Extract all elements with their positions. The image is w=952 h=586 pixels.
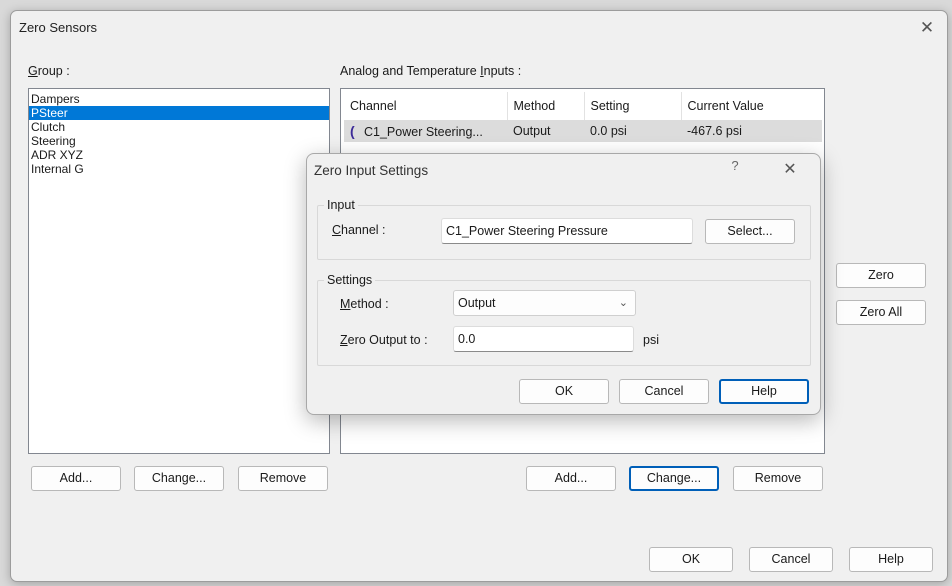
- ok-button[interactable]: OK: [649, 547, 733, 572]
- inputs-change-button[interactable]: Change...: [629, 466, 719, 491]
- close-icon[interactable]: ✕: [777, 159, 803, 181]
- cell-setting: 0.0 psi: [584, 120, 681, 142]
- list-item[interactable]: Steering: [29, 134, 329, 148]
- list-item[interactable]: PSteer: [29, 106, 329, 120]
- group-remove-button[interactable]: Remove: [238, 466, 328, 491]
- list-item[interactable]: ADR XYZ: [29, 148, 329, 162]
- inputs-remove-button[interactable]: Remove: [733, 466, 823, 491]
- input-groupbox: Input Channel : C1_Power Steering Pressu…: [317, 198, 811, 260]
- group-change-button[interactable]: Change...: [134, 466, 224, 491]
- window-title: Zero Sensors: [19, 20, 98, 35]
- unit-label: psi: [643, 333, 659, 347]
- table-header: Channel Method Setting Current Value: [344, 92, 822, 120]
- settings-group-title: Settings: [324, 273, 376, 287]
- settings-groupbox: Settings Method : Output ⌄ Zero Output t…: [317, 273, 811, 366]
- column-header-setting[interactable]: Setting: [584, 92, 682, 120]
- dialog-help-button[interactable]: Help: [719, 379, 809, 404]
- channel-icon: (: [350, 123, 355, 139]
- method-select[interactable]: Output ⌄: [453, 290, 636, 316]
- title-bar: Zero Sensors ✕: [11, 11, 947, 47]
- help-icon[interactable]: ?: [725, 158, 745, 180]
- column-header-current-value[interactable]: Current Value: [681, 92, 822, 120]
- inputs-label: Analog and Temperature Inputs :: [340, 64, 522, 78]
- zero-button[interactable]: Zero: [836, 263, 926, 288]
- channel-field[interactable]: C1_Power Steering Pressure: [441, 218, 693, 244]
- chevron-down-icon: ⌄: [618, 297, 628, 309]
- group-add-button[interactable]: Add...: [31, 466, 121, 491]
- cancel-button[interactable]: Cancel: [749, 547, 833, 572]
- channel-label: Channel :: [332, 223, 386, 237]
- select-button[interactable]: Select...: [705, 219, 795, 244]
- zero-output-label: Zero Output to :: [340, 333, 428, 347]
- zero-output-field[interactable]: 0.0: [453, 326, 634, 352]
- list-item[interactable]: Clutch: [29, 120, 329, 134]
- zero-all-button[interactable]: Zero All: [836, 300, 926, 325]
- dialog-title: Zero Input Settings: [314, 163, 429, 178]
- dialog-cancel-button[interactable]: Cancel: [619, 379, 709, 404]
- method-value: Output: [458, 296, 496, 310]
- close-icon[interactable]: ✕: [913, 15, 941, 41]
- dialog-ok-button[interactable]: OK: [519, 379, 609, 404]
- inputs-add-button[interactable]: Add...: [526, 466, 616, 491]
- cell-channel: (C1_Power Steering...: [344, 120, 507, 142]
- help-button[interactable]: Help: [849, 547, 933, 572]
- cell-current-value: -467.6 psi: [681, 120, 822, 142]
- list-item[interactable]: Internal G: [29, 162, 329, 176]
- group-label: Group :: [28, 64, 70, 78]
- inputs-grid: Channel Method Setting Current Value (C1…: [344, 92, 822, 142]
- list-item[interactable]: Dampers: [29, 92, 329, 106]
- input-group-title: Input: [324, 198, 358, 212]
- table-row[interactable]: (C1_Power Steering... Output 0.0 psi -46…: [344, 120, 822, 142]
- cell-method: Output: [507, 120, 584, 142]
- group-list[interactable]: Dampers PSteer Clutch Steering ADR XYZ I…: [28, 88, 330, 454]
- zero-input-settings-dialog: Zero Input Settings ? ✕ Input Channel : …: [306, 153, 821, 415]
- column-header-channel[interactable]: Channel: [344, 92, 508, 120]
- column-header-method[interactable]: Method: [507, 92, 585, 120]
- method-label: Method :: [340, 297, 389, 311]
